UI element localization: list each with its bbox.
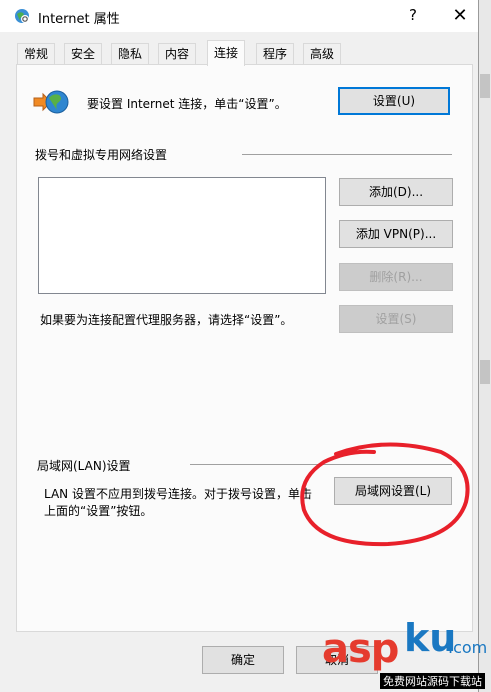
lan-description-line1: LAN 设置不应用到拨号连接。对于拨号设置，单击 <box>44 487 312 501</box>
remove-button[interactable]: 删除(R)... <box>339 263 453 291</box>
connections-list[interactable] <box>38 177 326 294</box>
lan-description-line2: 上面的“设置”按钮。 <box>44 504 153 518</box>
tab-connections[interactable]: 连接 <box>207 40 246 66</box>
dialup-divider <box>242 154 452 155</box>
watermark-asp: asp <box>322 626 399 672</box>
setup-description: 要设置 Internet 连接，单击“设置”。 <box>87 97 287 111</box>
ok-button[interactable]: 确定 <box>202 646 284 674</box>
background-scroll-mark <box>480 74 490 98</box>
proxy-hint-text: 如果要为连接配置代理服务器，请选择“设置”。 <box>40 313 293 327</box>
tab-privacy[interactable]: 隐私 <box>111 43 150 65</box>
internet-options-icon <box>15 9 29 23</box>
watermark-subtitle: 免费网站源码下载站 <box>380 673 485 689</box>
background-window-edge <box>479 0 491 692</box>
internet-properties-dialog: Internet 属性 ? ✕ 常规 安全 隐私 内容 连接 程序 高级 要设置… <box>0 0 479 692</box>
close-button[interactable]: ✕ <box>445 4 475 28</box>
annotation-circle <box>300 442 470 547</box>
watermark-com: .com <box>448 638 488 657</box>
title-bar: Internet 属性 ? ✕ <box>0 0 478 32</box>
dialup-group-label: 拨号和虚拟专用网络设置 <box>35 148 168 162</box>
connect-globe-icon <box>33 90 69 114</box>
tab-advanced[interactable]: 高级 <box>303 43 342 65</box>
help-button[interactable]: ? <box>406 6 420 24</box>
add-button[interactable]: 添加(D)... <box>339 178 453 206</box>
tab-general[interactable]: 常规 <box>17 43 56 65</box>
dialup-settings-button[interactable]: 设置(S) <box>339 305 453 333</box>
setup-button[interactable]: 设置(U) <box>338 87 450 115</box>
add-vpn-button[interactable]: 添加 VPN(P)... <box>339 220 453 248</box>
tab-security[interactable]: 安全 <box>64 43 103 65</box>
background-scroll-mark <box>480 360 490 384</box>
tab-content[interactable]: 内容 <box>158 43 197 65</box>
window-title: Internet 属性 <box>38 12 120 27</box>
lan-group-label: 局域网(LAN)设置 <box>37 459 131 473</box>
tab-programs[interactable]: 程序 <box>256 43 295 65</box>
